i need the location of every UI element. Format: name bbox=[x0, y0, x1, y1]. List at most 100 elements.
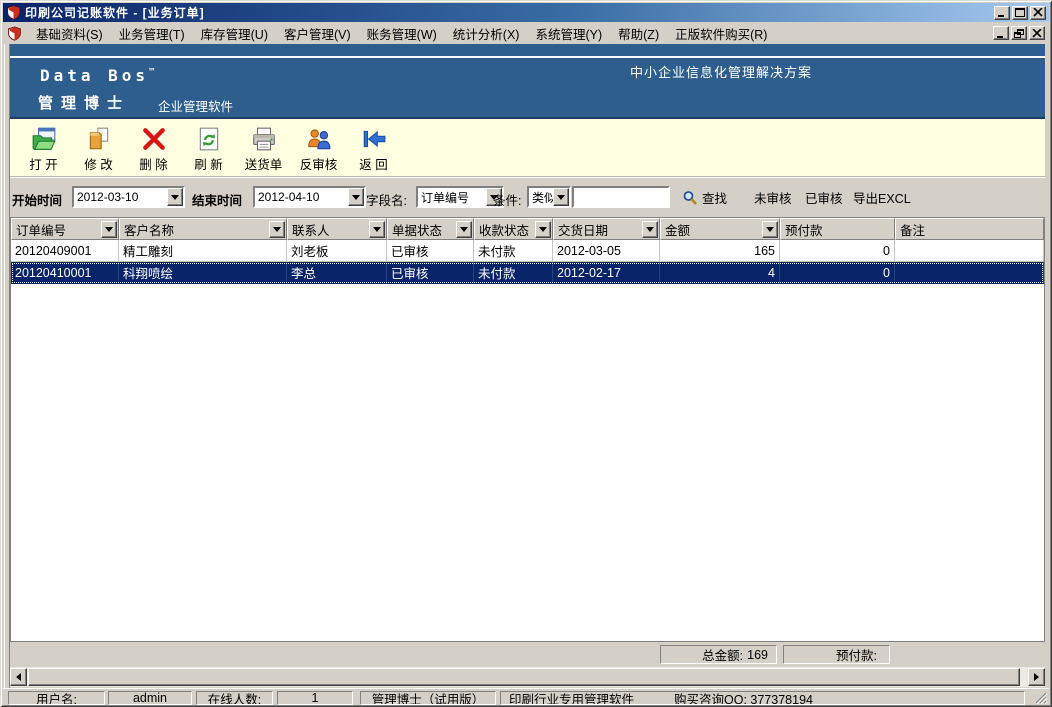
scroll-right-button[interactable] bbox=[1028, 668, 1045, 686]
col-header-remarks[interactable]: 备注 bbox=[895, 218, 1044, 240]
column-filter-dropdown[interactable] bbox=[101, 221, 117, 238]
menu-item-accounting[interactable]: 账务管理(W) bbox=[359, 21, 445, 46]
mdi-close-button[interactable] bbox=[1029, 26, 1045, 40]
end-date-value: 2012-04-10 bbox=[255, 190, 348, 204]
open-button[interactable]: 打 开 bbox=[16, 124, 71, 173]
column-filter-dropdown[interactable] bbox=[269, 221, 285, 238]
menu-bar: 基础资料(S) 业务管理(T) 库存管理(U) 客户管理(V) 账务管理(W) … bbox=[3, 22, 1049, 44]
start-date-combobox[interactable]: 2012-03-10 bbox=[72, 186, 185, 208]
column-filter-dropdown[interactable] bbox=[535, 221, 551, 238]
cell-contact: 李总 bbox=[287, 262, 387, 284]
end-date-combobox[interactable]: 2012-04-10 bbox=[253, 186, 366, 208]
cell-delivery-date: 2012-03-05 bbox=[553, 240, 660, 262]
menu-item-help[interactable]: 帮助(Z) bbox=[610, 21, 667, 46]
chevron-down-icon[interactable] bbox=[553, 188, 569, 206]
condition-label: 条件: bbox=[493, 190, 521, 209]
delete-button[interactable]: 删 除 bbox=[126, 124, 181, 173]
cell-payment-status: 未付款 bbox=[474, 262, 553, 284]
close-button[interactable] bbox=[1030, 6, 1046, 20]
toolbar-label: 打 开 bbox=[29, 154, 57, 173]
toolbar: 打 开 修 改 删 除 bbox=[10, 119, 1045, 177]
export-excel-button[interactable]: 导出EXCL bbox=[853, 188, 911, 207]
menu-item-system[interactable]: 系统管理(Y) bbox=[527, 21, 610, 46]
toolbar-label: 返 回 bbox=[359, 154, 387, 173]
chevron-down-icon[interactable] bbox=[167, 188, 183, 206]
delivery-note-button[interactable]: 送货单 bbox=[236, 124, 291, 173]
scrollbar-thumb[interactable] bbox=[28, 668, 1020, 686]
field-name-label: 字段名: bbox=[366, 190, 407, 209]
col-label: 交货日期 bbox=[558, 220, 608, 239]
column-filter-dropdown[interactable] bbox=[456, 221, 472, 238]
audited-button[interactable]: 已审核 bbox=[805, 188, 843, 207]
menu-item-statistics[interactable]: 统计分析(X) bbox=[445, 21, 528, 46]
col-label: 客户名称 bbox=[124, 220, 174, 239]
refresh-icon bbox=[196, 126, 222, 152]
mdi-restore-button[interactable] bbox=[1011, 26, 1027, 40]
col-label: 联系人 bbox=[292, 220, 330, 239]
document-shield-icon[interactable] bbox=[7, 26, 22, 41]
col-header-delivery-date[interactable]: 交货日期 bbox=[553, 218, 660, 240]
horizontal-scrollbar[interactable] bbox=[10, 667, 1045, 687]
maximize-button[interactable] bbox=[1012, 6, 1028, 20]
modify-button[interactable]: 修 改 bbox=[71, 124, 126, 173]
unaudit-button[interactable]: 反审核 bbox=[291, 124, 346, 173]
table-empty-area bbox=[11, 284, 1044, 641]
col-label: 备注 bbox=[900, 220, 925, 239]
app-shield-icon bbox=[6, 5, 21, 20]
total-amount-label: 总金额: bbox=[702, 645, 743, 664]
col-header-doc-status[interactable]: 单据状态 bbox=[387, 218, 474, 240]
column-filter-dropdown[interactable] bbox=[642, 221, 658, 238]
resize-grip[interactable] bbox=[1034, 691, 1047, 704]
scroll-left-button[interactable] bbox=[10, 668, 27, 686]
menu-item-customers[interactable]: 客户管理(V) bbox=[276, 21, 359, 46]
field-name-combobox[interactable]: 订单编号 bbox=[416, 186, 504, 208]
column-filter-dropdown[interactable] bbox=[369, 221, 385, 238]
find-button[interactable]: 查找 bbox=[682, 188, 727, 207]
delete-x-icon bbox=[141, 126, 167, 152]
col-header-order-no[interactable]: 订单编号 bbox=[11, 218, 119, 240]
totals-band: 总金额: 169 预付款: bbox=[10, 642, 1045, 667]
online-count-value-panel: 1 bbox=[277, 691, 353, 705]
cell-order-no: 20120409001 bbox=[11, 240, 119, 262]
cell-doc-status: 已审核 bbox=[387, 262, 474, 284]
col-header-amount[interactable]: 金额 bbox=[660, 218, 780, 240]
refresh-button[interactable]: 刷 新 bbox=[181, 124, 236, 173]
menu-item-business[interactable]: 业务管理(T) bbox=[111, 21, 193, 46]
unaudited-button[interactable]: 未审核 bbox=[754, 188, 792, 207]
search-input[interactable] bbox=[572, 186, 670, 208]
column-filter-dropdown[interactable] bbox=[762, 221, 778, 238]
table-header-row: 订单编号 客户名称 联系人 单据状态 收款状态 交货日期 金额 预付款 备注 bbox=[11, 218, 1044, 240]
return-button[interactable]: 返 回 bbox=[346, 124, 401, 173]
cell-prepayment: 0 bbox=[780, 240, 895, 262]
cell-customer: 科翔喷绘 bbox=[119, 262, 287, 284]
menu-item-inventory[interactable]: 库存管理(U) bbox=[193, 21, 276, 46]
cell-contact: 刘老板 bbox=[287, 240, 387, 262]
table-row[interactable]: 20120409001 精工雕刻 刘老板 已审核 未付款 2012-03-05 … bbox=[11, 240, 1044, 262]
col-header-prepayment[interactable]: 预付款 bbox=[780, 218, 895, 240]
cell-customer: 精工雕刻 bbox=[119, 240, 287, 262]
col-header-customer[interactable]: 客户名称 bbox=[119, 218, 287, 240]
menu-item-base-data[interactable]: 基础资料(S) bbox=[28, 21, 111, 46]
cell-delivery-date: 2012-02-17 bbox=[553, 262, 660, 284]
banner-separator-line bbox=[10, 56, 1045, 58]
chevron-down-icon[interactable] bbox=[348, 188, 364, 206]
brand-name-en: Data Bos™ bbox=[40, 66, 154, 85]
prepayment-total-panel: 预付款: bbox=[783, 645, 890, 664]
toolbar-label: 刷 新 bbox=[194, 154, 222, 173]
purchase-qq: 购买咨询QQ: 377378194 bbox=[674, 691, 813, 705]
condition-combobox[interactable]: 类似 bbox=[527, 186, 571, 208]
product-info-panel: 印刷行业专用管理软件 购买咨询QQ: 377378194 bbox=[500, 691, 1025, 705]
col-header-payment-status[interactable]: 收款状态 bbox=[474, 218, 553, 240]
title-bar: 印刷公司记账软件 - [业务订单] bbox=[3, 3, 1049, 22]
edition-panel: 管理博士（试用版） bbox=[360, 691, 496, 705]
product-name: 印刷行业专用管理软件 bbox=[509, 691, 634, 705]
minimize-button[interactable] bbox=[994, 6, 1010, 20]
brand-banner: Data Bos™ 管理博士 企业管理软件 中小企业信息化管理解决方案 bbox=[10, 44, 1045, 119]
table-row-selected[interactable]: 20120410001 科翔喷绘 李总 已审核 未付款 2012-02-17 4… bbox=[11, 262, 1044, 284]
username-value-panel: admin bbox=[108, 691, 192, 705]
orders-table: 订单编号 客户名称 联系人 单据状态 收款状态 交货日期 金额 预付款 备注 2… bbox=[10, 217, 1045, 642]
menu-item-purchase[interactable]: 正版软件购买(R) bbox=[667, 21, 775, 46]
status-bar: 用户名: admin 在线人数: 1 管理博士（试用版） 印刷行业专用管理软件 … bbox=[3, 688, 1049, 705]
mdi-minimize-button[interactable] bbox=[993, 26, 1009, 40]
col-header-contact[interactable]: 联系人 bbox=[287, 218, 387, 240]
